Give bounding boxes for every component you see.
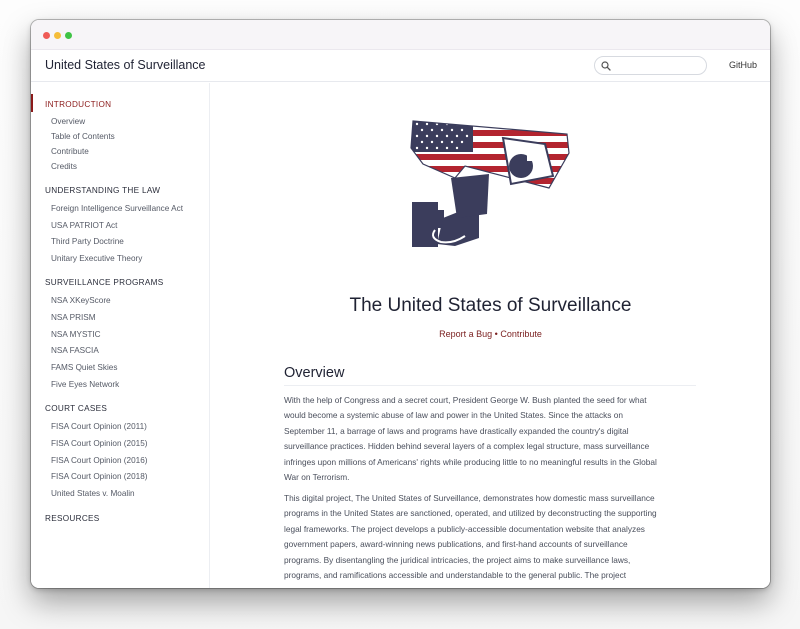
window-titlebar: [31, 20, 770, 50]
site-title[interactable]: United States of Surveillance: [45, 58, 206, 72]
minimize-window-button[interactable]: [54, 32, 61, 39]
page-title: The United States of Surveillance: [349, 295, 632, 316]
paragraph-line: September 11, a barrage of laws and prog…: [284, 425, 629, 436]
sidebar-item-fams-quiet-skies[interactable]: FAMS Quiet Skies: [51, 363, 117, 372]
paragraph-line: surveillance practices. Hidden behind se…: [284, 441, 650, 452]
paragraph-line: programs. By disentangling the juridical…: [284, 554, 631, 565]
sidebar-item-unitary-executive-theory[interactable]: Unitary Executive Theory: [51, 254, 142, 263]
sidebar-item-third-party-doctrine[interactable]: Third Party Doctrine: [51, 237, 124, 246]
link-separator: •: [494, 329, 498, 339]
overview-paragraph-1: With the help of Congress and a secret c…: [284, 393, 704, 485]
paragraph-line: government papers, award-winning news pu…: [284, 539, 628, 550]
contribute-link[interactable]: Contribute: [500, 329, 542, 339]
sidebar-item-fisa-court-2015[interactable]: FISA Court Opinion (2015): [51, 439, 147, 448]
sidebar-item-overview[interactable]: Overview: [51, 117, 85, 126]
active-section-indicator: [31, 94, 33, 112]
sidebar-section-surveillance-programs[interactable]: SURVEILLANCE PROGRAMS: [45, 278, 164, 287]
search-icon: [601, 61, 611, 71]
overview-heading: Overview: [284, 365, 345, 381]
overview-paragraph-2: This digital project, The United States …: [284, 491, 704, 583]
sidebar-nav: INTRODUCTION Overview Table of Contents …: [31, 83, 210, 588]
report-bug-link[interactable]: Report a Bug: [439, 329, 492, 339]
sidebar-item-nsa-xkeyscore[interactable]: NSA XKeyScore: [51, 296, 111, 305]
sidebar-item-nsa-prism[interactable]: NSA PRISM: [51, 313, 96, 322]
github-link[interactable]: GitHub: [729, 60, 757, 70]
paragraph-line: War on Terrorism.: [284, 472, 350, 483]
sidebar-section-introduction[interactable]: INTRODUCTION: [45, 100, 111, 109]
search-input[interactable]: [594, 56, 707, 75]
paragraph-line: legal frameworks. The project develops a…: [284, 523, 645, 534]
site-header: United States of Surveillance GitHub: [31, 50, 770, 82]
sidebar-item-five-eyes-network[interactable]: Five Eyes Network: [51, 380, 119, 389]
sidebar-item-contribute[interactable]: Contribute: [51, 147, 89, 156]
paragraph-line: programs, and ramifications accessible a…: [284, 570, 627, 581]
sidebar-item-fisa-court-2016[interactable]: FISA Court Opinion (2016): [51, 456, 147, 465]
sidebar-item-fisa-court-2011[interactable]: FISA Court Opinion (2011): [51, 422, 147, 431]
main-content: The United States of Surveillance Report…: [211, 83, 770, 588]
sidebar-item-fisa[interactable]: Foreign Intelligence Surveillance Act: [51, 204, 183, 213]
paragraph-line: would become a systemic abuse of law and…: [284, 410, 623, 421]
sidebar-item-nsa-mystic[interactable]: NSA MYSTIC: [51, 330, 101, 339]
sidebar-item-nsa-fascia[interactable]: NSA FASCIA: [51, 346, 99, 355]
sidebar-item-fisa-court-2018[interactable]: FISA Court Opinion (2018): [51, 472, 147, 481]
paragraph-line: programs in the United States are sancti…: [284, 508, 657, 519]
heading-divider: [284, 385, 696, 386]
sidebar-section-resources[interactable]: RESOURCES: [45, 514, 100, 523]
browser-window: United States of Surveillance GitHub INT…: [31, 20, 770, 588]
sidebar-item-credits[interactable]: Credits: [51, 162, 77, 171]
paragraph-line: This digital project, The United States …: [284, 493, 655, 503]
sidebar-item-table-of-contents[interactable]: Table of Contents: [51, 132, 115, 141]
sidebar-item-us-v-moalin[interactable]: United States v. Moalin: [51, 489, 135, 498]
paragraph-line: With the help of Congress and a secret c…: [284, 395, 647, 405]
surveillance-camera-flag-logo: [410, 120, 570, 247]
page-links: Report a Bug • Contribute: [211, 329, 770, 339]
paragraph-line: infringes upon millions of Americans' ri…: [284, 456, 657, 467]
close-window-button[interactable]: [43, 32, 50, 39]
sidebar-item-usa-patriot-act[interactable]: USA PATRIOT Act: [51, 221, 117, 230]
sidebar-section-court-cases[interactable]: COURT CASES: [45, 404, 107, 413]
sidebar-section-understanding-the-law[interactable]: UNDERSTANDING THE LAW: [45, 186, 160, 195]
maximize-window-button[interactable]: [65, 32, 72, 39]
